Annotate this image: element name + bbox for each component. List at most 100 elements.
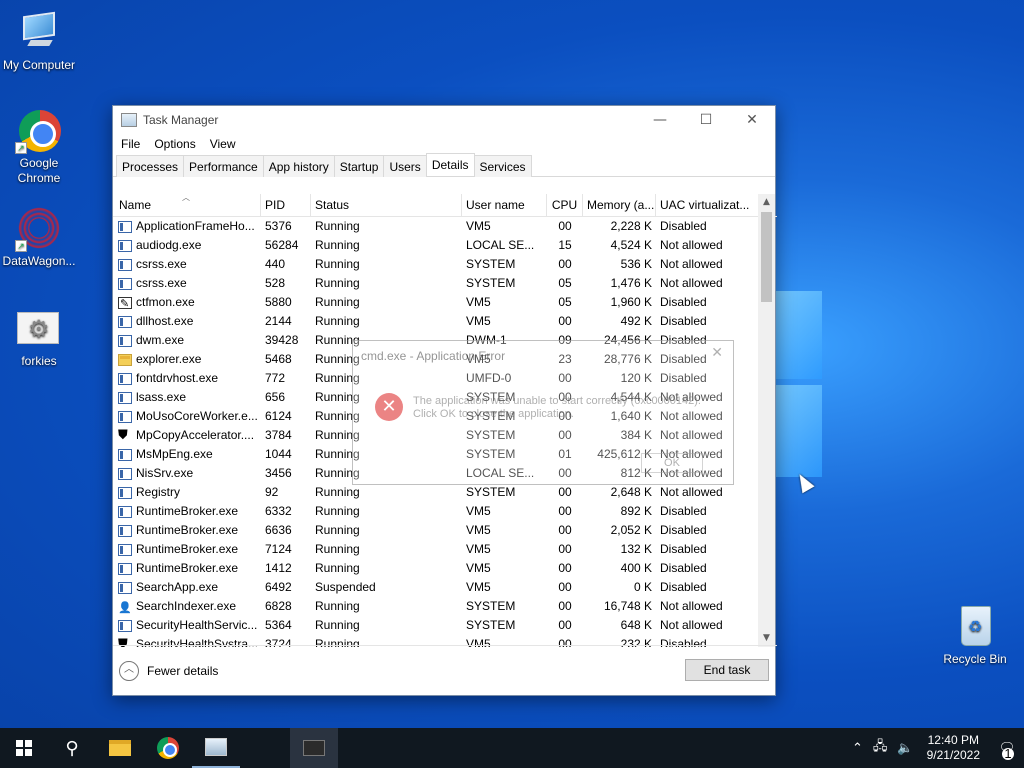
table-row[interactable]: ApplicationFrameHo... 5376 Running VM5 00 2,2…	[113, 217, 777, 236]
cell-name: csrss.exe	[113, 255, 261, 274]
table-row[interactable]: SearchIndexer.exe 6828 Running SYSTEM 00 16,7…	[113, 597, 777, 616]
scroll-thumb[interactable]	[761, 212, 772, 302]
process-name: SecurityHealthServic...	[136, 618, 258, 632]
cell-user-name: VM5	[466, 561, 491, 575]
desktop-icon-label: Google Chrome	[17, 156, 61, 185]
maximize-button[interactable]: ☐	[683, 106, 729, 134]
cell-name: MpCopyAccelerator....	[113, 426, 261, 445]
start-button[interactable]	[0, 728, 48, 768]
volume-icon[interactable]: 🔈	[897, 741, 913, 756]
clock[interactable]: 12:40 PM 9/21/2022	[927, 733, 980, 763]
column-header-cpu[interactable]: CPU	[547, 194, 583, 216]
cell-name: SearchIndexer.exe	[113, 597, 261, 616]
table-row[interactable]: ctfmon.exe 5880 Running VM5 05 1,960 K Disable…	[113, 293, 777, 312]
end-task-button[interactable]: End task	[685, 659, 769, 681]
notification-center-button[interactable]: 🗨 1	[990, 728, 1024, 768]
tab-services[interactable]: Services	[473, 155, 532, 177]
process-name: ApplicationFrameHo...	[136, 219, 255, 233]
cell-cpu: 05	[558, 295, 572, 309]
cell-uac: Not allowed	[660, 618, 723, 632]
cell-status: Running	[315, 219, 360, 233]
cell-status: Running	[315, 314, 360, 328]
desktop-icon-datawagon[interactable]: ↗ DataWagon...	[0, 204, 80, 269]
cell-pid: 6124	[265, 409, 292, 423]
table-row[interactable]: dllhost.exe 2144 Running VM5 00 492 K Disabled	[113, 312, 777, 331]
process-icon	[118, 505, 132, 518]
cell-name: MoUsoCoreWorker.e...	[113, 407, 261, 426]
desktop-icon-forkies[interactable]: forkies	[0, 304, 80, 369]
table-row[interactable]: RuntimeBroker.exe 7124 Running VM5 00 132 K Di…	[113, 540, 777, 559]
taskbar-task-manager[interactable]	[192, 728, 240, 768]
table-row[interactable]: SecurityHealthServic... 5364 Running SYSTEM…	[113, 616, 777, 635]
cell-cpu: 00	[558, 561, 572, 575]
cell-memory: 1,476 K	[610, 276, 652, 290]
taskbar-file-explorer[interactable]	[96, 728, 144, 768]
network-icon[interactable]: 🖧	[873, 737, 888, 759]
taskbar-chrome[interactable]	[144, 728, 192, 768]
cell-memory: 0 K	[633, 580, 652, 594]
menu-options[interactable]: Options	[154, 137, 195, 151]
tab-processes[interactable]: Processes	[116, 155, 185, 177]
search-icon: ⚲	[65, 737, 79, 759]
desktop-icon-recycle-bin[interactable]: Recycle Bin	[934, 602, 1016, 667]
recycle-bin-icon	[951, 602, 999, 650]
process-name: MpCopyAccelerator....	[136, 428, 255, 442]
close-button[interactable]: ✕	[729, 106, 775, 134]
column-header-pid[interactable]: PID	[261, 194, 311, 216]
tab-details[interactable]: Details	[425, 153, 475, 176]
process-name: NisSrv.exe	[136, 466, 194, 480]
table-row[interactable]: RuntimeBroker.exe 6636 Running VM5 00 2,052 K…	[113, 521, 777, 540]
chrome-icon: ↗	[15, 106, 63, 154]
column-header-user-name[interactable]: User name	[462, 194, 547, 216]
menu-file[interactable]: File	[121, 137, 140, 151]
cell-status: Suspended	[315, 580, 376, 594]
menu-view[interactable]: View	[210, 137, 236, 151]
tab-app-history[interactable]: App history	[262, 155, 335, 177]
table-row[interactable]: csrss.exe 440 Running SYSTEM 00 536 K Not allo…	[113, 255, 777, 274]
table-row[interactable]: RuntimeBroker.exe 6332 Running VM5 00 892 K Di…	[113, 502, 777, 521]
cell-memory: 492 K	[620, 314, 652, 328]
title-bar[interactable]: Task Manager — ☐ ✕	[113, 106, 775, 134]
process-name: fontdrvhost.exe	[136, 371, 219, 385]
chevron-up-icon[interactable]: ⌃	[852, 741, 863, 756]
cell-name: RuntimeBroker.exe	[113, 502, 261, 521]
table-row[interactable]: csrss.exe 528 Running SYSTEM 05 1,476 K Not al…	[113, 274, 777, 293]
desktop-icon-my-computer[interactable]: My Computer	[0, 8, 80, 73]
process-icon	[118, 524, 132, 537]
table-header: ︿ Name PID Status User name CPU Memory (…	[113, 194, 777, 217]
search-button[interactable]: ⚲	[48, 728, 96, 768]
column-header-status[interactable]: Status	[311, 194, 462, 216]
tab-performance[interactable]: Performance	[183, 155, 264, 177]
sort-ascending-icon: ︿	[182, 194, 190, 202]
cell-user-name: VM5	[466, 295, 491, 309]
fewer-details-button[interactable]: ︿ Fewer details	[119, 660, 218, 681]
process-icon	[118, 410, 132, 423]
cell-memory: 2,052 K	[610, 523, 652, 537]
folder-icon	[109, 740, 131, 756]
ok-button[interactable]: OK	[641, 453, 703, 473]
vertical-scrollbar[interactable]: ▲ ▼	[758, 194, 775, 647]
tab-startup[interactable]: Startup	[333, 155, 385, 177]
table-row[interactable]: RuntimeBroker.exe 1412 Running VM5 00 400 K Di…	[113, 559, 777, 578]
column-header-memory[interactable]: Memory (a...	[583, 194, 656, 216]
cell-pid: 92	[265, 485, 279, 499]
process-icon	[118, 372, 132, 385]
scroll-up-icon[interactable]: ▲	[758, 194, 775, 211]
cell-uac: Disabled	[660, 295, 707, 309]
cell-uac: Disabled	[660, 219, 707, 233]
cell-memory: 2,228 K	[610, 219, 652, 233]
table-row[interactable]: Registry 92 Running SYSTEM 00 2,648 K Not allo…	[113, 483, 777, 502]
close-icon[interactable]: ✕	[711, 345, 723, 361]
cell-memory: 892 K	[620, 504, 652, 518]
application-error-dialog[interactable]: cmd.exe - Application Error ✕ ✕ The appl…	[352, 340, 734, 485]
table-row[interactable]: audiodg.exe 56284 Running LOCAL SE... 15 4,52…	[113, 236, 777, 255]
tab-bar: Processes Performance App history Startu…	[113, 153, 775, 177]
desktop-icon-google-chrome[interactable]: ↗ Google Chrome	[0, 106, 80, 186]
table-row[interactable]: SearchApp.exe 6492 Suspended VM5 00 0 K Disabl…	[113, 578, 777, 597]
minimize-button[interactable]: —	[637, 106, 683, 134]
tab-users[interactable]: Users	[383, 155, 427, 177]
column-header-uac[interactable]: UAC virtualizat...	[656, 194, 760, 216]
taskbar-cmd[interactable]	[290, 728, 338, 768]
cell-status: Running	[315, 561, 360, 575]
settings-app-icon	[15, 304, 63, 352]
